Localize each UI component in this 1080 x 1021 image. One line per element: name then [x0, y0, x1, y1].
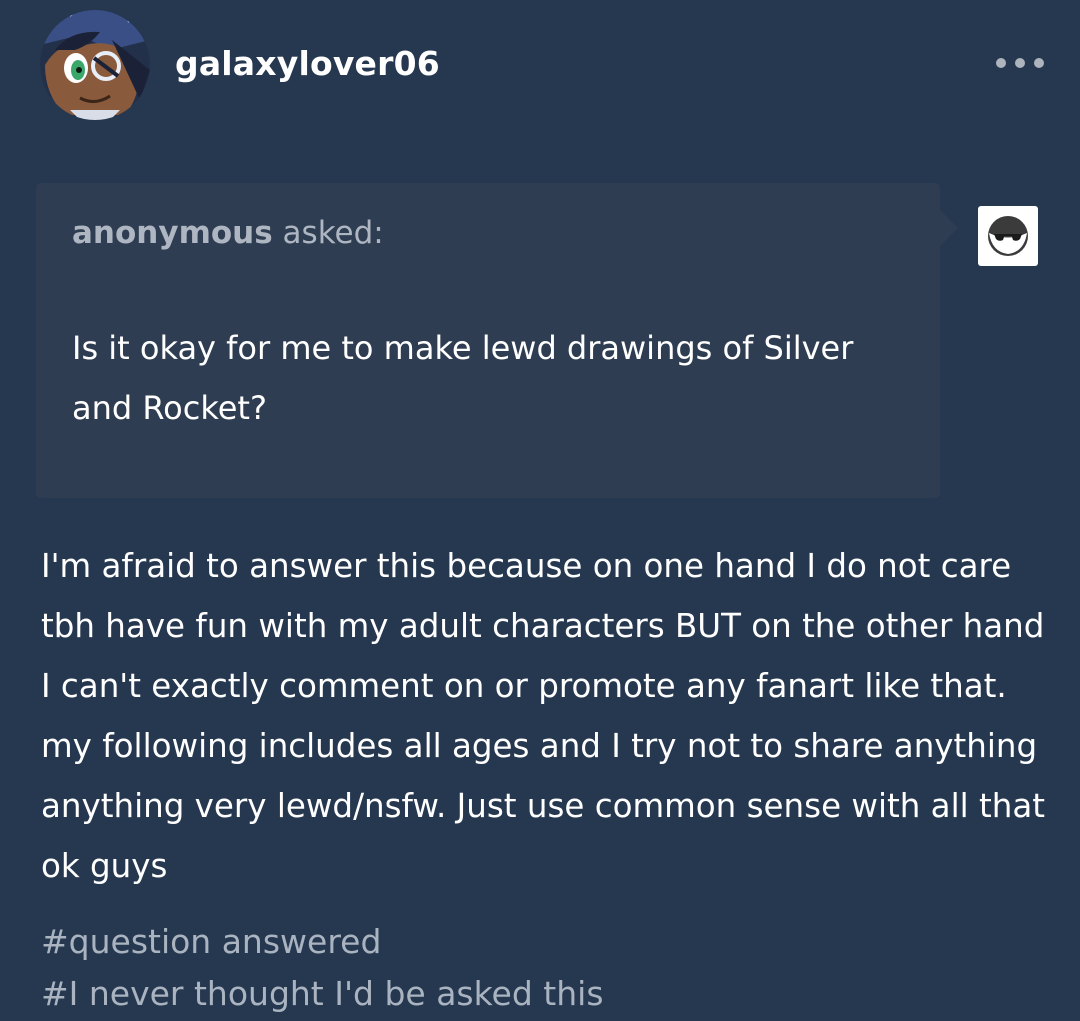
answer-text: I'm afraid to answer this because on one…: [41, 547, 1045, 885]
asker-name: anonymous: [72, 215, 273, 251]
ask-box-pointer: [940, 210, 958, 246]
tag-list: #question answered #I never thought I'd …: [41, 916, 604, 1020]
more-options-icon[interactable]: [996, 50, 1044, 76]
tag-link[interactable]: #I never thought I'd be asked this: [41, 968, 604, 1020]
asked-label: asked:: [282, 215, 384, 251]
author-avatar[interactable]: [40, 10, 150, 120]
post: galaxylover06 anonymous asked: Is it oka…: [0, 0, 1080, 1021]
dot-icon: [1034, 58, 1044, 68]
tag-link[interactable]: #question answered: [41, 916, 604, 968]
asker-line: anonymous asked:: [72, 215, 384, 251]
author-username[interactable]: galaxylover06: [175, 44, 440, 83]
dot-icon: [996, 58, 1006, 68]
dot-icon: [1015, 58, 1025, 68]
ask-question: Is it okay for me to make lewd drawings …: [72, 329, 854, 427]
anonymous-sunglasses-icon[interactable]: [978, 206, 1038, 266]
